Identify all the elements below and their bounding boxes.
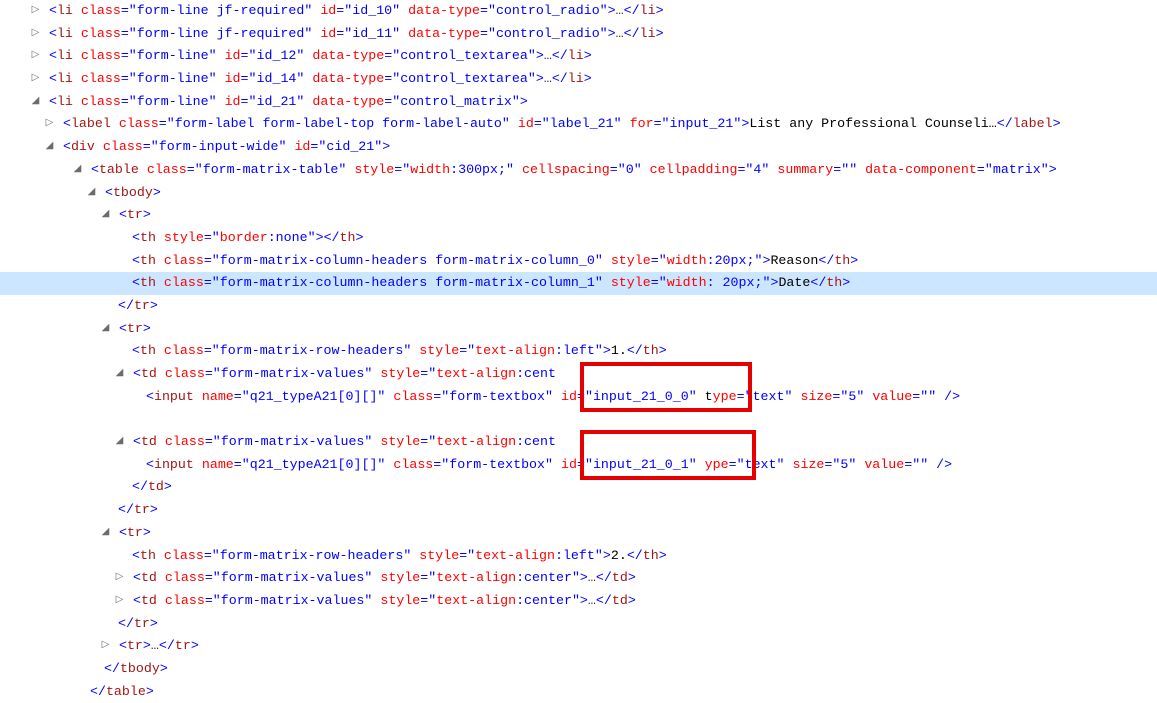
expand-right-icon[interactable]: ▷ (114, 590, 125, 613)
code-line[interactable]: </tr> (0, 613, 1157, 636)
dom-inspector[interactable]: ▷ <li class="form-line jf-required" id="… (0, 0, 1157, 703)
expand-down-icon[interactable]: ◢ (100, 204, 111, 227)
code-line[interactable]: </tr> (0, 295, 1157, 318)
code-line[interactable]: ◢ <tbody> (0, 182, 1157, 205)
expand-down-icon[interactable]: ◢ (100, 522, 111, 545)
code-line[interactable]: ◢ <tr> (0, 522, 1157, 545)
expand-down-icon[interactable]: ◢ (86, 182, 97, 205)
code-line[interactable]: <input name="q21_typeA21[0][]" class="fo… (0, 386, 1157, 409)
code-line[interactable]: ▷ <td class="form-matrix-values" style="… (0, 567, 1157, 590)
expand-down-icon[interactable]: ◢ (114, 363, 125, 386)
expand-down-icon[interactable]: ◢ (30, 91, 41, 114)
expand-right-icon[interactable]: ▷ (44, 113, 55, 136)
expand-right-icon[interactable]: ▷ (30, 45, 41, 68)
code-line[interactable]: ▷ <li class="form-line jf-required" id="… (0, 0, 1157, 23)
expand-down-icon[interactable]: ◢ (72, 159, 83, 182)
code-line[interactable]: <th class="form-matrix-row-headers" styl… (0, 545, 1157, 568)
code-line[interactable]: </tbody> (0, 658, 1157, 681)
expand-right-icon[interactable]: ▷ (30, 0, 41, 23)
expand-down-icon[interactable]: ◢ (100, 318, 111, 341)
expand-right-icon[interactable]: ▷ (114, 567, 125, 590)
expand-down-icon[interactable]: ◢ (114, 431, 125, 454)
code-line[interactable]: ▷ <li class="form-line" id="id_14" data-… (0, 68, 1157, 91)
code-line[interactable]: ▷ <li class="form-line jf-required" id="… (0, 23, 1157, 46)
code-line[interactable]: ◢ <table class="form-matrix-table" style… (0, 159, 1157, 182)
code-line[interactable]: ▷ <label class="form-label form-label-to… (0, 113, 1157, 136)
code-line[interactable]: ▷ <td class="form-matrix-values" style="… (0, 590, 1157, 613)
code-line[interactable]: <th style="border:none"></th> (0, 227, 1157, 250)
code-line[interactable]: ▷ <li class="form-line" id="id_12" data-… (0, 45, 1157, 68)
code-line[interactable]: ◢ <li class="form-line" id="id_21" data-… (0, 91, 1157, 114)
expand-down-icon[interactable]: ◢ (44, 136, 55, 159)
code-line[interactable]: ◢ <tr> (0, 318, 1157, 341)
code-line-selected[interactable]: <th class="form-matrix-column-headers fo… (0, 272, 1157, 295)
expand-right-icon[interactable]: ▷ (30, 23, 41, 46)
code-line[interactable]: ◢ <tr> (0, 204, 1157, 227)
code-line[interactable]: ◢ <td class="form-matrix-values" style="… (0, 431, 1157, 454)
code-line[interactable]: </table> (0, 681, 1157, 703)
code-line (0, 408, 1157, 431)
expand-right-icon[interactable]: ▷ (30, 68, 41, 91)
code-line[interactable]: <input name="q21_typeA21[0][]" class="fo… (0, 454, 1157, 477)
code-line[interactable]: </tr> (0, 499, 1157, 522)
code-line[interactable]: ◢ <div class="form-input-wide" id="cid_2… (0, 136, 1157, 159)
code-line[interactable]: ▷ <tr>…</tr> (0, 635, 1157, 658)
code-line[interactable]: <th class="form-matrix-row-headers" styl… (0, 340, 1157, 363)
expand-right-icon[interactable]: ▷ (100, 635, 111, 658)
code-line[interactable]: ◢ <td class="form-matrix-values" style="… (0, 363, 1157, 386)
code-line[interactable]: <th class="form-matrix-column-headers fo… (0, 250, 1157, 273)
code-line[interactable]: </td> (0, 476, 1157, 499)
